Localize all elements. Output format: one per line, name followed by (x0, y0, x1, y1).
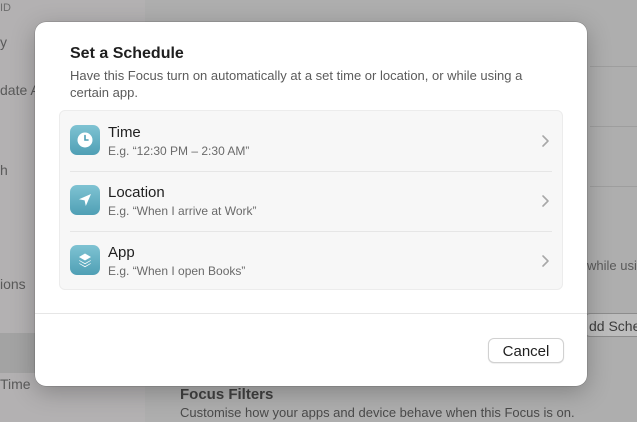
background-divider (590, 186, 637, 187)
set-schedule-dialog: Set a Schedule Have this Focus turn on a… (35, 22, 587, 386)
background-sidebar-fragment: ions (0, 276, 26, 292)
option-app[interactable]: App E.g. “When I open Books” (60, 231, 562, 291)
option-app-label: App (108, 244, 135, 261)
dialog-title: Set a Schedule (70, 45, 184, 62)
chevron-right-icon (542, 195, 549, 207)
schedule-options-list: Time E.g. “12:30 PM – 2:30 AM” Location … (59, 110, 563, 290)
option-location-example: E.g. “When I arrive at Work” (108, 204, 257, 218)
background-sidebar-fragment: date A (0, 82, 40, 98)
background-divider (590, 66, 637, 67)
dialog-footer-divider (35, 313, 587, 314)
option-time-label: Time (108, 124, 141, 141)
background-sidebar-fragment: ID (0, 2, 11, 14)
clock-icon (70, 125, 100, 155)
background-add-schedule-button: dd Sche (584, 313, 637, 337)
background-sidebar-fragment: Time (0, 376, 31, 392)
app-stack-icon (70, 245, 100, 275)
chevron-right-icon (542, 135, 549, 147)
location-arrow-icon (70, 185, 100, 215)
background-focus-filters-description: Customise how your apps and device behav… (180, 405, 575, 420)
background-focus-filters-title: Focus Filters (180, 386, 274, 403)
dialog-subtitle: Have this Focus turn on automatically at… (70, 68, 523, 100)
option-time-example: E.g. “12:30 PM – 2:30 AM” (108, 144, 250, 158)
background-text-fragment: while usi (587, 258, 637, 273)
option-location-label: Location (108, 184, 165, 201)
background-sidebar-fragment: h (0, 162, 8, 178)
option-location[interactable]: Location E.g. “When I arrive at Work” (60, 171, 562, 231)
chevron-right-icon (542, 255, 549, 267)
background-divider (590, 126, 637, 127)
cancel-button[interactable]: Cancel (488, 338, 564, 363)
option-time[interactable]: Time E.g. “12:30 PM – 2:30 AM” (60, 111, 562, 171)
background-sidebar-fragment: y (0, 34, 7, 50)
option-app-example: E.g. “When I open Books” (108, 264, 246, 278)
